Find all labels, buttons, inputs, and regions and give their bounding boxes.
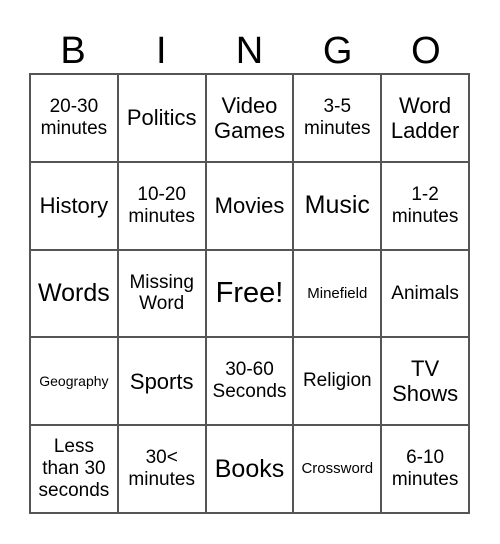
bingo-cell[interactable]: TV Shows (381, 337, 469, 426)
bingo-cell[interactable]: Movies (205, 161, 294, 250)
bingo-cell[interactable]: History (30, 161, 118, 250)
header-letter-o: O (411, 30, 441, 72)
free-space-cell[interactable]: Free! (205, 249, 294, 338)
bingo-cell[interactable]: Video Games (205, 74, 294, 162)
bingo-cell[interactable]: Books (205, 425, 294, 513)
bingo-cell[interactable]: 3-5 minutes (293, 74, 382, 162)
bingo-cell[interactable]: Minefield (293, 249, 382, 338)
bingo-cell[interactable]: Religion (293, 337, 382, 426)
header-letter-i: I (156, 30, 167, 72)
bingo-cell[interactable]: 20-30 minutes (30, 74, 118, 162)
header-letter-n: N (235, 30, 264, 72)
bingo-cell[interactable]: Crossword (293, 425, 382, 513)
header-letter-b: B (60, 30, 86, 72)
bingo-cell[interactable]: 10-20 minutes (117, 161, 206, 250)
bingo-cell[interactable]: Word Ladder (381, 74, 469, 162)
bingo-header: B I N G O (29, 30, 470, 72)
bingo-cell[interactable]: 30< minutes (117, 425, 206, 513)
bingo-cell[interactable]: 1-2 minutes (381, 161, 469, 250)
bingo-cell[interactable]: Geography (30, 337, 118, 426)
header-letter-g: G (322, 30, 353, 72)
bingo-grid: 20-30 minutes Politics Video Games 3-5 m… (29, 73, 470, 514)
bingo-cell[interactable]: Sports (117, 337, 206, 426)
bingo-cell[interactable]: Less than 30 seconds (30, 425, 118, 513)
bingo-cell[interactable]: Politics (117, 74, 206, 162)
bingo-cell[interactable]: Music (293, 161, 382, 250)
bingo-cell[interactable]: Missing Word (117, 249, 206, 338)
bingo-cell[interactable]: Animals (381, 249, 469, 338)
bingo-cell[interactable]: 30-60 Seconds (205, 337, 294, 426)
bingo-cell[interactable]: Words (30, 249, 118, 338)
bingo-cell[interactable]: 6-10 minutes (381, 425, 469, 513)
